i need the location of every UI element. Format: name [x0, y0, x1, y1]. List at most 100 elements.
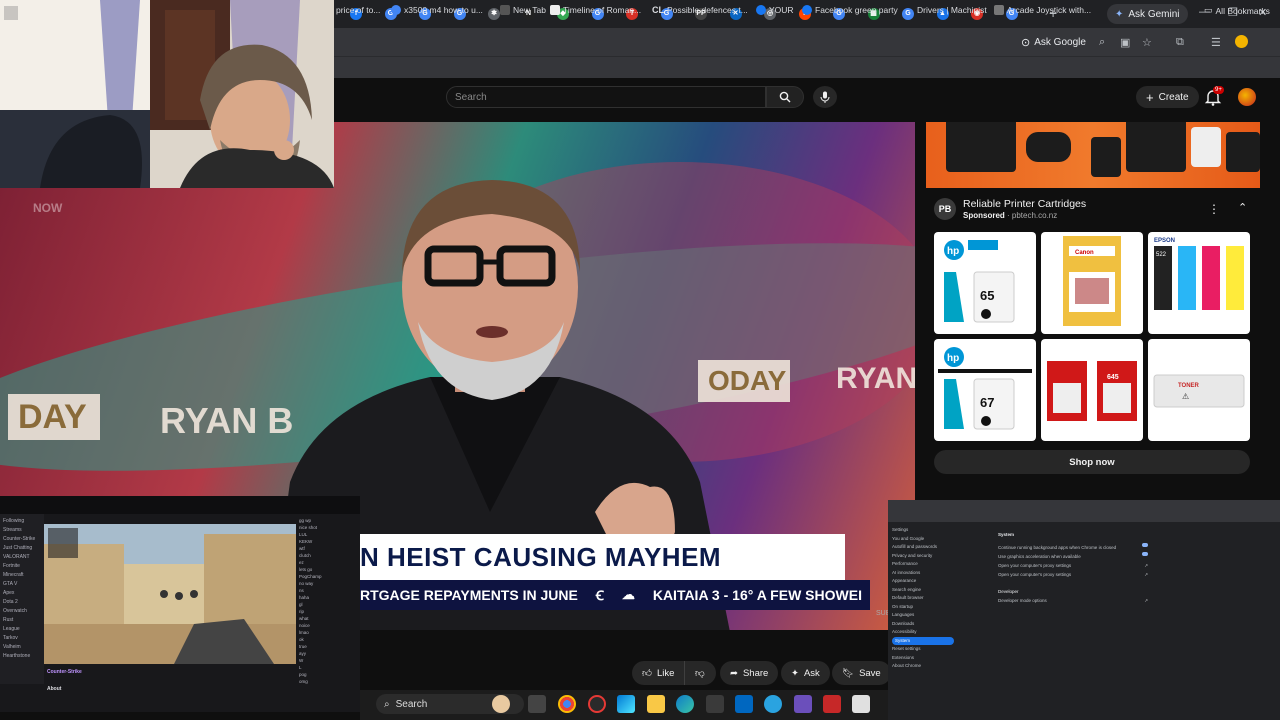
browser-tab[interactable]: G	[902, 6, 914, 22]
stream-nav-item[interactable]: Rust	[3, 616, 41, 625]
dislike-button[interactable]: 👎︎	[684, 661, 716, 685]
widgets-icon[interactable]	[492, 695, 510, 713]
telegram-icon[interactable]	[764, 695, 782, 713]
stream-gameplay[interactable]	[44, 524, 296, 664]
stream-nav-item[interactable]: Streams	[3, 526, 41, 535]
stream-nav-item[interactable]: Following	[3, 517, 41, 526]
product-tile[interactable]: 645	[1041, 339, 1143, 441]
app-icon[interactable]	[852, 695, 870, 713]
stream-nav-item[interactable]: Tarkov	[3, 634, 41, 643]
app-icon[interactable]	[588, 695, 606, 713]
toggle-switch[interactable]	[1142, 543, 1148, 547]
settings-row[interactable]: Open your computer's proxy settings ↗	[998, 570, 1148, 579]
chat-message: haha	[299, 595, 310, 600]
stream-nav-item[interactable]: Dota 2	[3, 598, 41, 607]
settings-nav-item[interactable]: Appearance	[892, 577, 954, 586]
stream-nav-item[interactable]: Hearthstone	[3, 652, 41, 661]
app-icon[interactable]	[794, 695, 812, 713]
all-bookmarks-button[interactable]: ▭ All Bookmarks	[1204, 5, 1270, 16]
bookmark-item[interactable]: YOUR	[756, 5, 794, 15]
settings-nav-item[interactable]: Languages	[892, 611, 954, 620]
product-tile[interactable]: TONER ⚠	[1148, 339, 1250, 441]
product-tile[interactable]: Canon	[1041, 232, 1143, 334]
cast-icon[interactable]: ▣	[1120, 36, 1130, 49]
bookmark-item[interactable]: Timeline of Roman...	[550, 5, 641, 15]
settings-nav-item[interactable]: System	[892, 636, 954, 645]
settings-nav-item[interactable]: AI innovations	[892, 569, 954, 578]
stream-nav-item[interactable]: Just Chatting	[3, 544, 41, 553]
app-icon[interactable]	[823, 695, 841, 713]
settings-nav-item[interactable]: Downloads	[892, 620, 954, 629]
ad-title[interactable]: Reliable Printer Cartridges	[963, 198, 1086, 210]
store-icon[interactable]	[706, 695, 724, 713]
share-button[interactable]: ➦ Share	[720, 661, 779, 685]
stream-nav-item[interactable]: Minecraft	[3, 571, 41, 580]
edge-icon[interactable]	[676, 695, 694, 713]
stream-channel[interactable]: Counter-Strike	[47, 669, 293, 676]
toggle-switch[interactable]	[1142, 552, 1148, 556]
save-button[interactable]: 🔖︎ Save	[832, 661, 891, 685]
bookmark-item[interactable]: Facebook green party	[802, 5, 898, 15]
stream-nav-item[interactable]: VALORANT	[3, 553, 41, 562]
product-tile[interactable]: hp 67	[934, 339, 1036, 441]
settings-nav-item[interactable]: Search engine	[892, 586, 954, 595]
bookmark-item[interactable]: New Tab	[500, 5, 546, 15]
stream-nav-item[interactable]: League	[3, 625, 41, 634]
settings-nav-item[interactable]: You and Google	[892, 535, 954, 544]
settings-row[interactable]: Use graphics acceleration when available	[998, 552, 1148, 561]
create-button[interactable]: + Create	[1136, 86, 1199, 108]
product-tile[interactable]: hp 65	[934, 232, 1036, 334]
stream-nav-item[interactable]: Fortnite	[3, 562, 41, 571]
settings-row[interactable]: Open your computer's proxy settings ↗	[998, 561, 1148, 570]
ask-button[interactable]: ✦ Ask	[781, 661, 830, 685]
account-avatar[interactable]	[1238, 88, 1256, 106]
voice-search-button[interactable]	[813, 86, 837, 108]
stream-nav-item[interactable]: Counter-Strike	[3, 535, 41, 544]
settings-nav-item[interactable]: Autofill and passwords	[892, 543, 954, 552]
settings-nav-item[interactable]: Default browser	[892, 594, 954, 603]
advertiser-logo[interactable]: PB	[934, 198, 956, 220]
ad-banner-image[interactable]	[926, 122, 1260, 188]
settings-nav-item[interactable]: Accessibility	[892, 628, 954, 637]
photos-icon[interactable]	[617, 695, 635, 713]
settings-nav-item[interactable]: Reset settings	[892, 645, 954, 654]
bookmark-item[interactable]: price of to...	[336, 5, 380, 15]
search-button[interactable]	[766, 86, 804, 108]
stream-nav-item[interactable]: Overwatch	[3, 607, 41, 616]
settings-nav-item[interactable]: On startup	[892, 603, 954, 612]
mail-icon[interactable]	[735, 695, 753, 713]
file-explorer-icon[interactable]	[647, 695, 665, 713]
side-panel-icon[interactable]: ☰	[1211, 36, 1221, 49]
stream-nav-item[interactable]: Valheim	[3, 643, 41, 652]
zoom-icon[interactable]: ⌕	[1099, 36, 1105, 49]
stream-nav-item[interactable]: GTA V	[3, 580, 41, 589]
like-button[interactable]: 👍︎ Like	[632, 661, 684, 685]
settings-row[interactable]: Continue running background apps when Ch…	[998, 543, 1148, 552]
browser-tab[interactable]: ✱	[488, 6, 500, 22]
ask-google-button[interactable]: ⊙ Ask Google	[1021, 34, 1086, 50]
webcam-scene	[0, 0, 334, 188]
settings-nav-item[interactable]: Performance	[892, 560, 954, 569]
settings-nav-item[interactable]: Privacy and security	[892, 552, 954, 561]
bookmark-item[interactable]: x3500 m4 how to u...	[391, 5, 483, 15]
bookmark-item[interactable]: CL Possible defences t...	[652, 5, 748, 15]
more-options-icon[interactable]: ⋮	[1208, 202, 1220, 216]
ask-gemini-button[interactable]: ✦ Ask Gemini	[1107, 4, 1188, 24]
bookmark-star-icon[interactable]: ☆	[1142, 36, 1152, 49]
stream-about[interactable]: About	[47, 686, 293, 693]
stream-nav-item[interactable]: Apex	[3, 589, 41, 598]
profile-avatar[interactable]	[1235, 35, 1248, 48]
product-tile[interactable]: EPSON 522	[1148, 232, 1250, 334]
settings-row[interactable]: Developer mode options ↗	[998, 596, 1148, 605]
shop-now-button[interactable]: Shop now	[934, 450, 1250, 474]
settings-nav-item[interactable]: Settings	[892, 526, 954, 535]
collapse-chevron-icon[interactable]: ⌃	[1238, 201, 1247, 214]
settings-nav-item[interactable]: Extensions	[892, 654, 954, 663]
chrome-icon[interactable]	[558, 695, 576, 713]
bookmark-item[interactable]: Arcade Joystick with...	[994, 5, 1091, 15]
extensions-icon[interactable]: ⧉	[1176, 36, 1184, 49]
bookmark-item[interactable]: Drivers | Machinist	[917, 5, 987, 15]
search-input[interactable]: Search	[446, 86, 766, 108]
settings-nav-item[interactable]: About Chrome	[892, 662, 954, 671]
task-view-icon[interactable]	[528, 695, 546, 713]
